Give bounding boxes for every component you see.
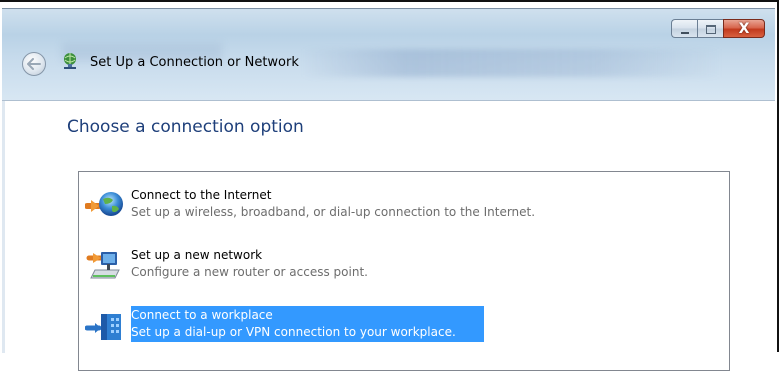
close-button[interactable]: X: [723, 19, 765, 38]
content-area: Choose a connection option Connect to th…: [2, 100, 775, 371]
option-title: Connect to the Internet: [131, 188, 272, 202]
maximize-button[interactable]: [697, 19, 723, 38]
router-network-icon: [86, 252, 120, 279]
network-wizard-icon: [64, 53, 76, 69]
window-controls: X: [671, 19, 765, 39]
window-title: Set Up a Connection or Network: [90, 55, 299, 70]
connection-options-list[interactable]: Connect to the Internet Set up a wireles…: [78, 171, 730, 371]
workplace-building-icon: [85, 314, 121, 340]
minimize-button[interactable]: [671, 19, 697, 38]
maximize-icon: [706, 25, 716, 34]
background-blur: [302, 49, 722, 77]
close-icon: X: [738, 20, 750, 37]
minimize-icon: [681, 32, 689, 34]
option-title: Connect to a workplace: [131, 308, 273, 322]
globe-internet-icon: [85, 192, 123, 216]
option-setup-network[interactable]: Set up a new network Configure a new rou…: [85, 246, 725, 286]
option-description: Set up a dial-up or VPN connection to yo…: [131, 325, 456, 339]
option-connect-workplace[interactable]: Connect to a workplace Set up a dial-up …: [85, 306, 725, 346]
page-heading: Choose a connection option: [67, 117, 304, 137]
back-arrow-icon: [27, 58, 41, 70]
content-edge: [2, 101, 5, 353]
option-connect-internet[interactable]: Connect to the Internet Set up a wireles…: [85, 186, 725, 226]
option-description: Configure a new router or access point.: [131, 265, 368, 279]
option-title: Set up a new network: [131, 248, 263, 262]
back-button[interactable]: [22, 52, 46, 76]
option-description: Set up a wireless, broadband, or dial-up…: [131, 205, 536, 219]
